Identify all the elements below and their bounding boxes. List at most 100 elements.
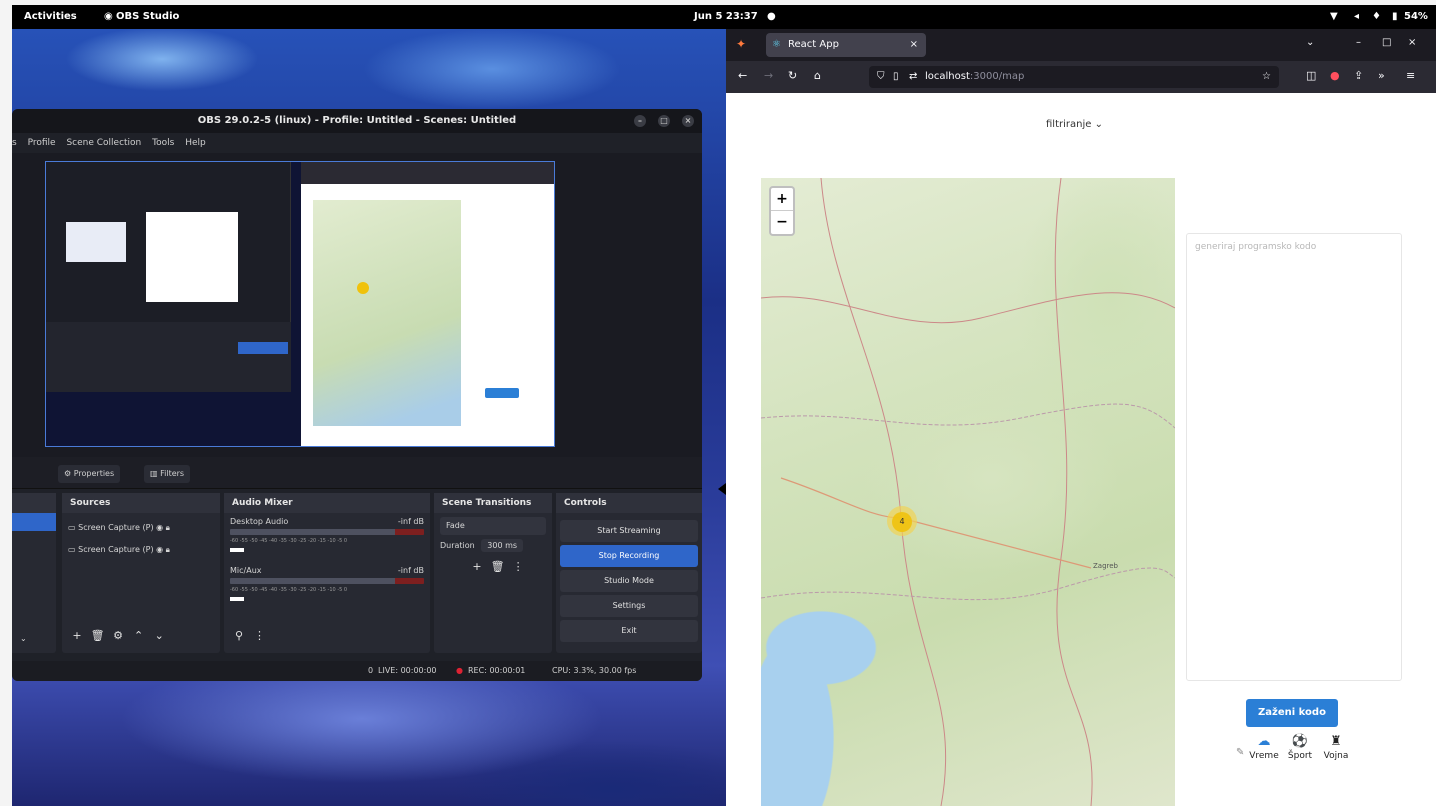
ball-icon: ⚽ (1291, 734, 1309, 749)
minimize-icon[interactable]: – (634, 115, 646, 127)
tab-react-app[interactable]: ⚛ React App × (766, 33, 926, 57)
menu-item-tools[interactable]: Tools (152, 138, 174, 148)
more-tools-icon[interactable]: » (1378, 69, 1385, 82)
tab-list-icon[interactable]: ⌄ (1306, 37, 1314, 48)
cloud-icon: ☁ (1257, 734, 1271, 749)
eye-icon[interactable]: ◉ (156, 545, 163, 554)
stop-recording-button[interactable]: Stop Recording (560, 545, 698, 567)
menu-item-help[interactable]: Help (185, 138, 206, 148)
maximize-icon[interactable]: □ (1382, 37, 1391, 48)
channel-name: Mic/Aux (230, 566, 262, 575)
menu-item-profile[interactable]: Profile (28, 138, 56, 148)
url-host: localhost (925, 71, 970, 82)
share-icon[interactable]: ⇪ (1354, 69, 1363, 82)
maximize-icon[interactable]: □ (658, 115, 670, 127)
back-icon[interactable]: ← (738, 69, 747, 82)
filters-button[interactable]: ▥ Filters (144, 465, 191, 483)
settings-button[interactable]: Settings (560, 595, 698, 617)
zoom-control: + − (769, 186, 795, 236)
eye-icon[interactable]: ◉ (156, 523, 163, 532)
forward-icon[interactable]: → (764, 69, 773, 82)
volume-slider[interactable] (230, 548, 244, 552)
trash-icon[interactable]: 🗑︎ (89, 627, 107, 645)
more-vertical-icon[interactable]: ⋮ (251, 627, 269, 645)
battery-level: 54% (1404, 11, 1428, 22)
pocket-icon[interactable]: ◫ (1306, 69, 1316, 82)
hamburger-menu-icon[interactable]: ≡ (1406, 69, 1415, 82)
lock-icon[interactable]: 🔒︎ (166, 523, 170, 532)
scene-item-selected[interactable] (12, 513, 56, 531)
battery-icon[interactable]: ▮ (1392, 11, 1398, 22)
duration-input[interactable]: 300 ms (481, 539, 524, 552)
category-war[interactable]: ♜ Vojna (1318, 733, 1354, 761)
menu-item-scene-collection[interactable]: Scene Collection (66, 138, 141, 148)
bookmark-star-icon[interactable]: ☆ (1262, 66, 1271, 88)
clock[interactable]: Jun 5 23:37 (694, 11, 758, 22)
firefox-view-icon[interactable]: ✦ (736, 37, 746, 51)
page-icon[interactable]: ▯ (893, 66, 899, 88)
home-icon[interactable]: ⌂ (814, 69, 821, 82)
obs-preview-area[interactable] (12, 153, 702, 457)
properties-button[interactable]: ⚙ Properties (58, 465, 121, 483)
run-code-button[interactable]: Zaženi kodo (1246, 699, 1338, 727)
reload-icon[interactable]: ↻ (788, 69, 797, 82)
source-item[interactable]: ▭ Screen Capture (P) ◉ 🔒︎ (68, 539, 214, 561)
code-prompt-textarea[interactable]: generiraj programsko kodo (1186, 233, 1402, 681)
filter-dropdown[interactable]: filtriranje ⌄ (1046, 119, 1103, 130)
link-icon[interactable]: ⚲ (230, 627, 248, 645)
transition-select[interactable]: Fade (440, 517, 546, 535)
exit-button[interactable]: Exit (560, 620, 698, 642)
lock-icon[interactable]: 🔒︎ (166, 545, 170, 554)
chevron-down-icon[interactable]: ⌄ (20, 634, 27, 643)
url-bar[interactable]: ⛉ ▯ ⇄ localhost:3000/map ☆ (869, 66, 1279, 88)
close-icon[interactable]: × (1408, 37, 1416, 48)
category-sport[interactable]: ⚽ Šport (1282, 733, 1318, 761)
obs-window[interactable]: OBS 29.0.2-5 (linux) - Profile: Untitled… (12, 109, 702, 681)
leaflet-map[interactable]: + − 4 Zagreb (761, 178, 1175, 806)
shield-icon[interactable]: ⛉ (877, 66, 885, 88)
extension-icon[interactable]: ● (1330, 69, 1340, 82)
close-icon[interactable]: × (682, 115, 694, 127)
cpu-usage: CPU: 3.3%, 30.00 fps (552, 666, 637, 675)
microphone-icon[interactable]: ♦ (1372, 11, 1381, 22)
volume-icon[interactable]: ◂ (1354, 11, 1359, 22)
split-handle-icon[interactable] (718, 483, 726, 495)
tab-title: React App (788, 39, 839, 50)
add-transition-icon[interactable]: + (468, 558, 486, 576)
minimize-icon[interactable]: – (1356, 37, 1361, 48)
obs-title-bar[interactable]: OBS 29.0.2-5 (linux) - Profile: Untitled… (12, 109, 702, 133)
zoom-in-button[interactable]: + (771, 188, 793, 211)
nested-browser-capture (301, 162, 554, 446)
add-source-icon[interactable]: + (68, 627, 86, 645)
audio-mixer-dock: Audio Mixer Desktop Audio -inf dB -60 -5… (224, 493, 430, 653)
sources-dock-header: Sources (62, 493, 220, 513)
focused-app-name[interactable]: OBS Studio (116, 11, 179, 22)
channel-level: -inf dB (397, 566, 424, 575)
sources-list: ▭ Screen Capture (P) ◉ 🔒︎ ▭ Screen Captu… (62, 513, 220, 653)
more-vertical-icon[interactable]: ⋮ (509, 558, 527, 576)
scenes-dock: ⌄ (12, 493, 56, 653)
marker-cluster[interactable]: 4 (887, 506, 917, 536)
menu-item-scene-partial[interactable]: s (12, 138, 17, 148)
connection-icon[interactable]: ⇄ (909, 66, 917, 88)
start-streaming-button[interactable]: Start Streaming (560, 520, 698, 542)
studio-mode-button[interactable]: Studio Mode (560, 570, 698, 592)
close-tab-icon[interactable]: × (910, 33, 918, 57)
chevron-up-icon[interactable]: ⌃ (130, 627, 148, 645)
category-weather[interactable]: ☁ Vreme (1246, 733, 1282, 761)
transitions-header: Scene Transitions (434, 493, 552, 513)
activities-button[interactable]: Activities (24, 11, 77, 22)
wifi-icon[interactable]: ▼ (1330, 11, 1338, 22)
source-item[interactable]: ▭ Screen Capture (P) ◉ 🔒︎ (68, 517, 214, 539)
react-app-page: filtriranje ⌄ + − 4 Zagreb generiraj pro… (726, 93, 1436, 806)
gear-icon: ⚙ (64, 469, 74, 478)
source-name: Screen Capture (P) (78, 545, 154, 554)
trash-icon[interactable]: 🗑︎ (489, 558, 507, 576)
chevron-down-icon[interactable]: ⌄ (150, 627, 168, 645)
zoom-out-button[interactable]: − (771, 211, 793, 234)
city-label: Zagreb (1093, 562, 1119, 570)
mixer-toolbar: ⚲ ⋮ (230, 627, 269, 645)
duration-row: Duration 300 ms (440, 539, 546, 552)
volume-slider[interactable] (230, 597, 244, 601)
gear-icon[interactable]: ⚙ (109, 627, 127, 645)
